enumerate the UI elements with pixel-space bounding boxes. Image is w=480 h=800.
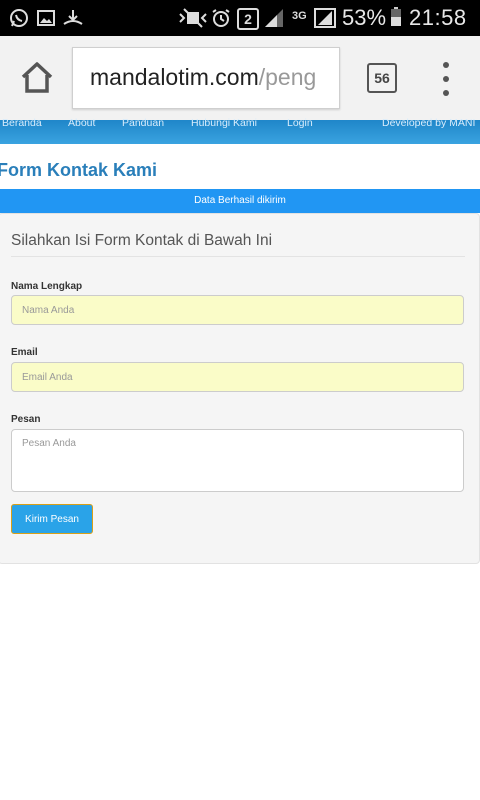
menu-dot-icon xyxy=(443,90,449,96)
success-alert: Data Berhasil dikirim xyxy=(0,189,480,213)
name-input[interactable] xyxy=(11,295,464,325)
gallery-icon xyxy=(37,8,55,28)
name-label: Nama Lengkap xyxy=(11,281,83,292)
alarm-icon xyxy=(210,8,232,28)
browser-toolbar: mandalotim.com/peng 56 xyxy=(0,36,480,121)
email-label: Email xyxy=(11,347,38,358)
home-icon xyxy=(21,62,53,93)
3g-icon: 3G xyxy=(292,10,307,22)
message-label: Pesan xyxy=(11,414,41,425)
contact-form-panel: Silahkan Isi Form Kontak di Bawah Ini Na… xyxy=(0,213,480,564)
nav-item-panduan[interactable]: Panduan xyxy=(122,117,164,129)
nav-item-about[interactable]: About xyxy=(68,117,95,129)
submit-button[interactable]: Kirim Pesan xyxy=(11,504,93,534)
sim2-icon: 2 xyxy=(237,8,259,30)
url-path: /peng xyxy=(258,64,317,90)
menu-dot-icon xyxy=(443,76,449,82)
clock: 21:58 xyxy=(409,5,467,30)
url-host: mandalotim.com xyxy=(90,64,259,90)
home-button[interactable] xyxy=(18,58,56,96)
site-navbar: Beranda About Panduan Hubungi Kami Login… xyxy=(0,117,480,144)
nav-item-hubungi-kami[interactable]: Hubungi Kami xyxy=(191,117,257,129)
message-textarea[interactable] xyxy=(11,429,464,492)
menu-dot-icon xyxy=(443,62,449,68)
signal-icon-2 xyxy=(314,8,336,28)
whatsapp-icon xyxy=(8,8,30,28)
nav-item-login[interactable]: Login xyxy=(287,117,313,129)
download-icon xyxy=(62,8,84,28)
form-legend: Silahkan Isi Form Kontak di Bawah Ini xyxy=(11,232,465,257)
nav-item-beranda[interactable]: Beranda xyxy=(2,117,42,129)
nav-developer-credit[interactable]: Developed by MANI xyxy=(382,117,475,129)
battery-icon xyxy=(390,7,402,27)
mute-icon xyxy=(178,8,208,28)
overflow-menu-button[interactable] xyxy=(436,62,456,96)
tab-switcher-button[interactable]: 56 xyxy=(367,63,397,93)
url-bar[interactable]: mandalotim.com/peng xyxy=(72,47,340,109)
battery-percentage: 53% xyxy=(342,5,387,30)
page-title: Form Kontak Kami xyxy=(0,160,158,180)
status-bar: 2 3G 53% 21:58 xyxy=(0,0,480,36)
signal-icon xyxy=(263,8,285,28)
email-input[interactable] xyxy=(11,362,464,392)
